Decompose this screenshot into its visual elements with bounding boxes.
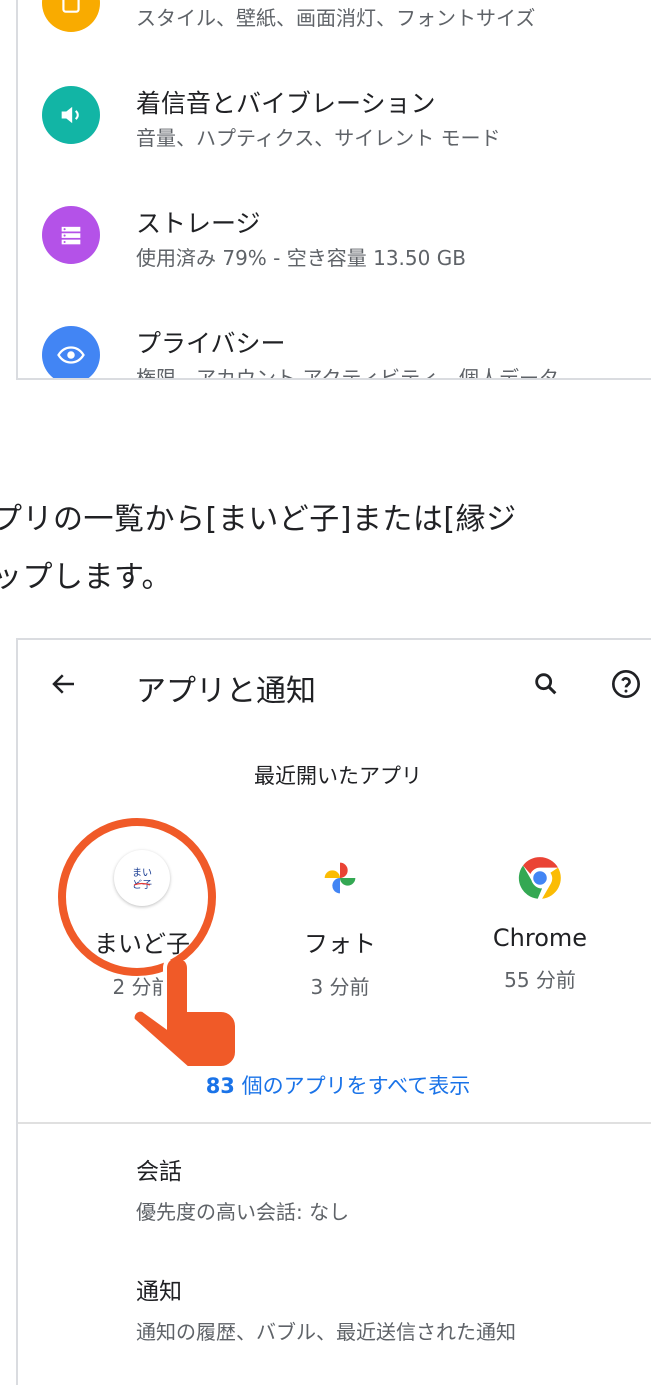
row-title: 会話 xyxy=(136,1159,182,1185)
privacy-icon xyxy=(42,326,100,378)
row-subtitle: 通知の履歴、バブル、最近送信された通知 xyxy=(136,1320,516,1344)
settings-item-privacy[interactable]: プライバシー 権限、アカウント アクティビティ、個人データ xyxy=(18,320,651,380)
settings-item-subtitle: スタイル、壁紙、画面消灯、フォントサイズ xyxy=(136,6,536,30)
settings-item-title: プライバシー xyxy=(136,329,286,358)
photos-app-icon xyxy=(312,850,368,906)
recent-app-chrome[interactable]: Chrome 55 分前 xyxy=(440,850,640,993)
row-subtitle: 優先度の高い会話: なし xyxy=(136,1200,350,1224)
help-icon[interactable] xyxy=(606,664,646,704)
instruction-line-1: プリの一覧から[まいど子]または[縁ジ xyxy=(0,502,517,537)
settings-item-subtitle: 音量、ハプティクス、サイレント モード xyxy=(136,126,501,150)
settings-item-title: ストレージ xyxy=(136,209,261,238)
storage-icon xyxy=(42,206,100,264)
settings-item-display[interactable]: スタイル、壁紙、画面消灯、フォントサイズ xyxy=(18,0,651,60)
settings-item-storage[interactable]: ストレージ 使用済み 79% - 空き容量 13.50 GB xyxy=(18,200,651,310)
settings-item-title: 着信音とバイブレーション xyxy=(136,89,436,118)
see-all-apps-link[interactable]: 83 個のアプリをすべて表示 xyxy=(18,1070,651,1100)
divider xyxy=(18,1122,651,1124)
sound-icon xyxy=(42,86,100,144)
chrome-app-icon xyxy=(512,850,568,906)
app-time: 55 分前 xyxy=(504,968,576,992)
app-count: 83 xyxy=(205,1074,235,1098)
app-time: 3 分前 xyxy=(310,975,370,999)
row-title: 通知 xyxy=(136,1279,182,1305)
tap-hand-icon xyxy=(130,960,239,1070)
settings-item-subtitle: 使用済み 79% - 空き容量 13.50 GB xyxy=(136,246,466,270)
app-name: Chrome xyxy=(492,924,588,952)
settings-item-subtitle: 権限、アカウント アクティビティ、個人データ xyxy=(136,366,559,380)
page-title: アプリと通知 xyxy=(136,674,316,709)
app-name: フォト xyxy=(304,930,376,958)
settings-row-notifications[interactable]: 通知 通知の履歴、バブル、最近送信された通知 xyxy=(136,1272,516,1345)
recent-app-photos[interactable]: フォト 3 分前 xyxy=(240,850,440,1000)
settings-item-sound[interactable]: 着信音とバイブレーション 音量、ハプティクス、サイレント モード xyxy=(18,80,651,190)
instruction-line-2: ップします。 xyxy=(0,560,172,595)
recent-apps-heading: 最近開いたアプリ xyxy=(254,764,422,788)
display-icon xyxy=(42,0,100,32)
see-all-label: 個のアプリをすべて表示 xyxy=(234,1074,471,1098)
apps-screenshot: アプリと通知 最近開いたアプリ まい ど子 まいど子 2 分前 フォト 3 分前… xyxy=(16,638,651,1385)
search-icon[interactable] xyxy=(526,664,566,704)
back-arrow-icon[interactable] xyxy=(44,664,84,704)
settings-row-conversations[interactable]: 会話 優先度の高い会話: なし xyxy=(136,1152,349,1225)
settings-screenshot: スタイル、壁紙、画面消灯、フォントサイズ 着信音とバイブレーション 音量、ハプテ… xyxy=(16,0,651,380)
highlight-circle xyxy=(58,818,216,976)
